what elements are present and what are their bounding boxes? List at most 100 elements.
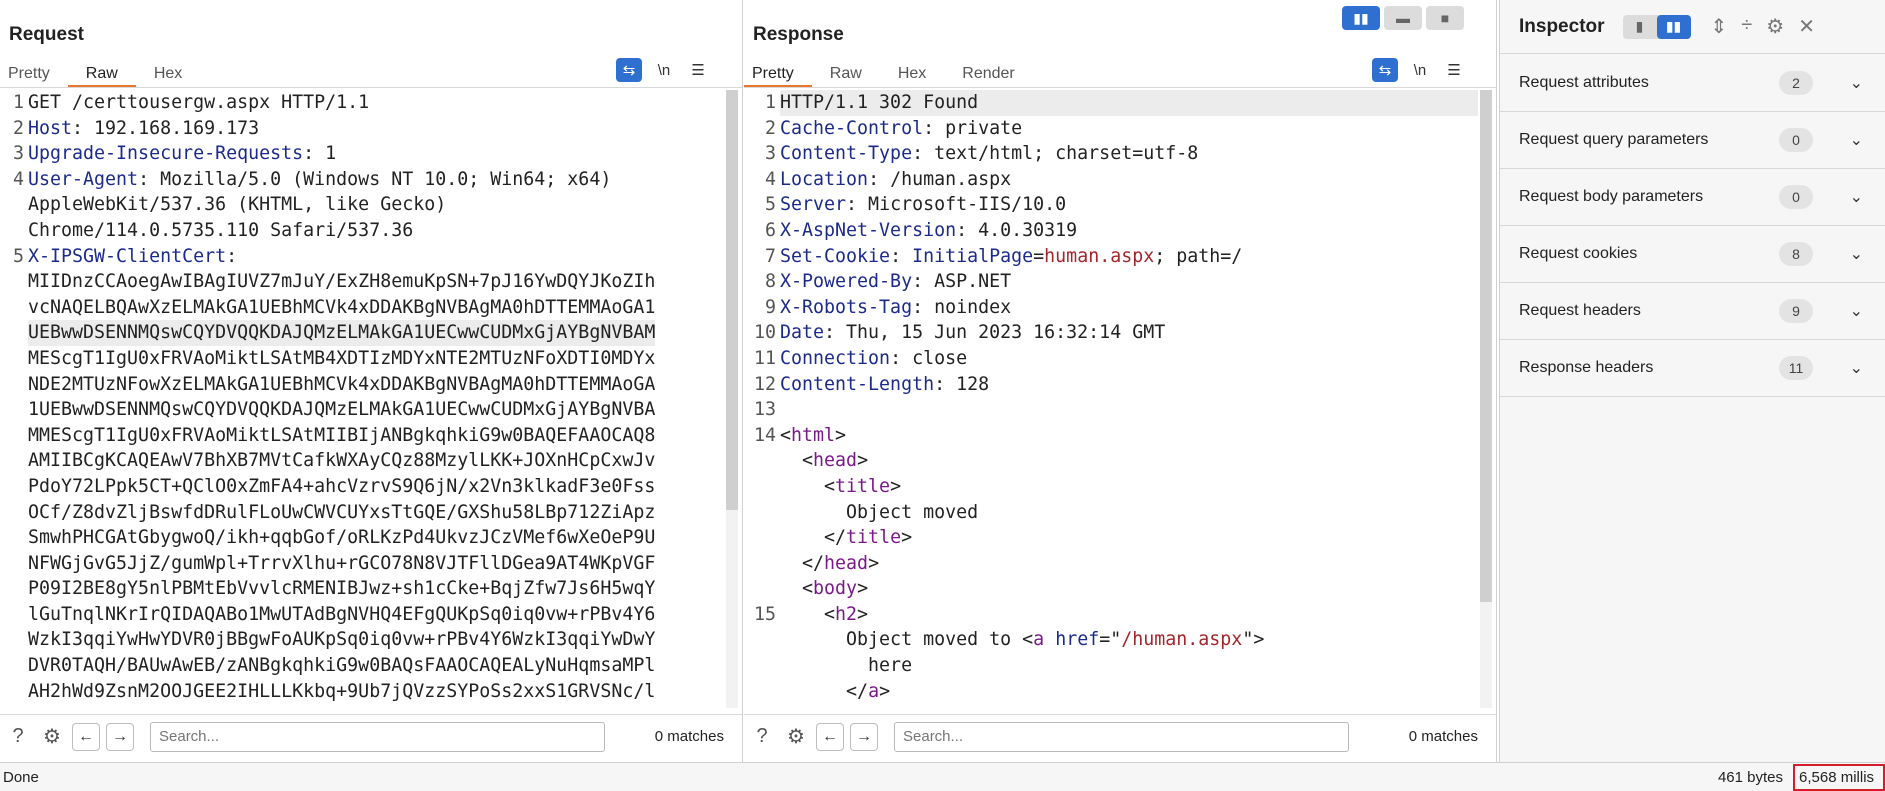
line-number <box>0 448 28 474</box>
split-columns-icon[interactable]: ▮▮ <box>1342 6 1380 30</box>
code-line: MEScgT1IgU0xFRVAoMiktLSAtMB4XDTIzMDYxNTE… <box>0 346 724 372</box>
code-line: 2 Cache-Control: private <box>750 116 1478 142</box>
code-token: a <box>1033 629 1045 651</box>
header-value: 1UEBwwDSENNMQswCQYDVQQKDAJQMzELMAkGA1UEC… <box>28 399 656 421</box>
hamburger-icon[interactable]: ☰ <box>1442 58 1466 82</box>
response-tab-render[interactable]: Render <box>944 60 1032 88</box>
split-rows-icon[interactable]: ▬ <box>1384 6 1422 30</box>
response-editor[interactable]: 1 HTTP/1.1 302 Found 2 Cache-Control: priva… <box>750 90 1478 708</box>
count-badge: 2 <box>1779 71 1813 95</box>
help-icon[interactable]: ? <box>748 723 776 751</box>
code-line: PdoY72LPpk5CT+QClO0xZmFA4+ahcVzrvS9Q6jN/… <box>0 474 724 500</box>
response-scrollbar[interactable] <box>1480 90 1492 708</box>
request-scroll-thumb[interactable] <box>726 90 738 510</box>
request-tabs: Pretty Raw Hex <box>0 60 200 88</box>
line-number: 5 <box>764 194 776 216</box>
newline-toggle[interactable]: \n <box>652 58 676 82</box>
request-title: Request <box>9 24 84 45</box>
help-icon[interactable]: ? <box>4 723 32 751</box>
expand-all-icon[interactable]: ⇕ <box>1711 14 1728 39</box>
single-pane-icon[interactable]: ■ <box>1426 6 1464 30</box>
response-tabs: Pretty Raw Hex Render <box>744 60 1033 88</box>
line-number: 11 <box>753 347 776 369</box>
line-number <box>750 679 780 705</box>
header-value: Chrome/114.0.5735.110 Safari/537.36 <box>28 219 414 241</box>
line-number <box>0 397 28 423</box>
code-token: head <box>813 450 858 472</box>
response-scroll-thumb[interactable] <box>1480 90 1492 602</box>
collapse-all-icon[interactable]: ÷ <box>1741 14 1752 39</box>
inspector-section-label: Request body parameters <box>1519 188 1704 205</box>
inspector-section[interactable]: Request query parameters 0 ⌄ <box>1500 112 1885 169</box>
response-search-bar: ? ⚙ ← → 0 matches <box>744 714 1496 758</box>
collapse-panel-icon[interactable]: ▮ <box>1623 15 1657 39</box>
chevron-down-icon[interactable]: ⌄ <box>1850 187 1863 207</box>
newline-toggle[interactable]: \n <box>1408 58 1432 82</box>
response-tab-raw[interactable]: Raw <box>812 60 880 88</box>
line-number <box>0 602 28 628</box>
code-token: < <box>780 475 836 497</box>
chevron-down-icon[interactable]: ⌄ <box>1850 244 1863 264</box>
inspector-section[interactable]: Request body parameters 0 ⌄ <box>1500 169 1885 226</box>
code-token: > <box>879 680 891 702</box>
response-tab-hex[interactable]: Hex <box>880 60 944 88</box>
line-number <box>0 525 28 551</box>
forward-arrow-icon[interactable]: → <box>106 722 134 751</box>
response-tab-divider <box>744 87 1496 88</box>
gear-icon[interactable]: ⚙ <box>38 723 66 751</box>
code-token: Content-Length <box>780 373 935 395</box>
code-text: User-Agent: Mozilla/5.0 (Windows NT 10.0… <box>28 167 611 193</box>
inspector-section[interactable]: Request cookies 8 ⌄ <box>1500 226 1885 283</box>
inspector-pane: Inspector ▮ ▮▮ ⇕ ÷ ⚙ ✕ Request attribute… <box>1499 0 1885 762</box>
chevron-down-icon[interactable]: ⌄ <box>1850 358 1863 378</box>
code-token: href <box>1055 629 1100 651</box>
code-line: MMEScgT1IgU0xFRVAoMiktLSAtMIIBIjANBgkqhk… <box>0 423 724 449</box>
hamburger-icon[interactable]: ☰ <box>686 58 710 82</box>
chevron-down-icon[interactable]: ⌄ <box>1850 130 1863 150</box>
code-token: : 128 <box>934 373 990 395</box>
wrap-icon[interactable]: ⇆ <box>1372 58 1398 82</box>
header-value: WzkI3qqiYwHwYDVR0jBBgwFoAUKpSq0iq0vw+rPB… <box>28 629 656 651</box>
code-text: NDE2MTUzNFowXzELMAkGA1UEBhMCVk4xDDAKBgNV… <box>28 372 655 398</box>
code-line: 1 GET /certtousergw.aspx HTTP/1.1 <box>0 90 724 116</box>
inspector-section[interactable]: Request attributes 2 ⌄ <box>1500 55 1885 112</box>
response-tab-pretty[interactable]: Pretty <box>744 60 812 88</box>
code-line: 1UEBwwDSENNMQswCQYDVQQKDAJQMzELMAkGA1UEC… <box>0 397 724 423</box>
code-text: OCf/Z8dvZljBswfdDRulFLoUwCWVCUYxsTtGQE/G… <box>28 500 655 526</box>
code-text: UEBwwDSENNMQswCQYDVQQKDAJQMzELMAkGA1UECw… <box>28 320 656 346</box>
gear-icon[interactable]: ⚙ <box>782 723 810 751</box>
inspector-section[interactable]: Response headers 11 ⌄ <box>1500 340 1885 397</box>
code-token: here <box>780 655 913 677</box>
inspector-section-label: Request query parameters <box>1519 131 1709 148</box>
inspector-section-label: Request attributes <box>1519 74 1649 91</box>
code-line: SmwhPHCGAtGbygwoQ/ikh+qqbGof/oRLKzPd4Ukv… <box>0 525 724 551</box>
chevron-down-icon[interactable]: ⌄ <box>1850 73 1863 93</box>
expand-panel-icon[interactable]: ▮▮ <box>1656 14 1691 39</box>
close-icon[interactable]: ✕ <box>1798 14 1815 39</box>
code-text: P09I2BE8gY5nlPBMtEbVvvlcRMENIBJwz+sh1cCk… <box>28 576 655 602</box>
chevron-down-icon[interactable]: ⌄ <box>1850 301 1863 321</box>
response-tools: ⇆ \n ☰ <box>1372 58 1466 82</box>
inspector-section[interactable]: Request headers 9 ⌄ <box>1500 283 1885 340</box>
request-search-input[interactable] <box>150 721 605 752</box>
wrap-icon[interactable]: ⇆ <box>616 58 642 82</box>
request-tab-pretty[interactable]: Pretty <box>0 60 68 88</box>
request-scrollbar[interactable] <box>726 90 738 708</box>
count-badge: 0 <box>1779 185 1813 209</box>
request-tab-hex[interactable]: Hex <box>136 60 200 88</box>
inspector-title: Inspector <box>1519 15 1605 37</box>
request-tab-raw[interactable]: Raw <box>67 60 136 88</box>
code-token: < <box>780 578 814 600</box>
code-line: 14 <html> <box>750 423 1478 449</box>
layout-switch: ▮▮ ▬ ■ <box>1342 6 1464 30</box>
code-token: > <box>857 450 869 472</box>
forward-arrow-icon[interactable]: → <box>850 722 878 751</box>
back-arrow-icon[interactable]: ← <box>72 722 100 751</box>
code-line: <head> <box>750 448 1478 474</box>
code-text: Connection: close <box>780 346 1478 372</box>
line-number <box>750 474 780 500</box>
settings-gear-icon[interactable]: ⚙ <box>1766 14 1784 39</box>
response-search-input[interactable] <box>894 721 1349 752</box>
back-arrow-icon[interactable]: ← <box>816 722 844 751</box>
request-editor[interactable]: 1 GET /certtousergw.aspx HTTP/1.1 2 Host: 1… <box>0 90 724 708</box>
